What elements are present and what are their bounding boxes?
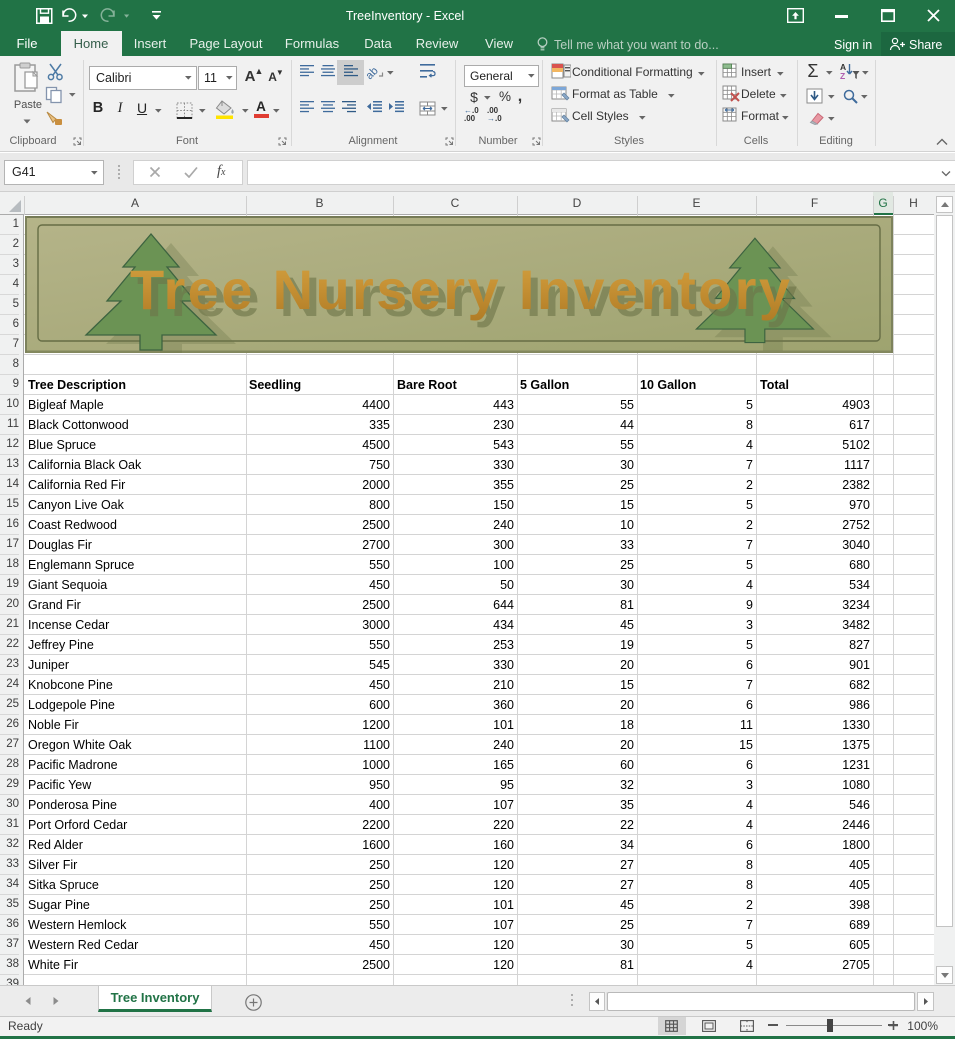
svg-text:Tree Nursery Inventory: Tree Nursery Inventory (130, 258, 790, 321)
svg-text:Z: Z (840, 71, 845, 81)
svg-text:ab: ab (366, 65, 381, 81)
